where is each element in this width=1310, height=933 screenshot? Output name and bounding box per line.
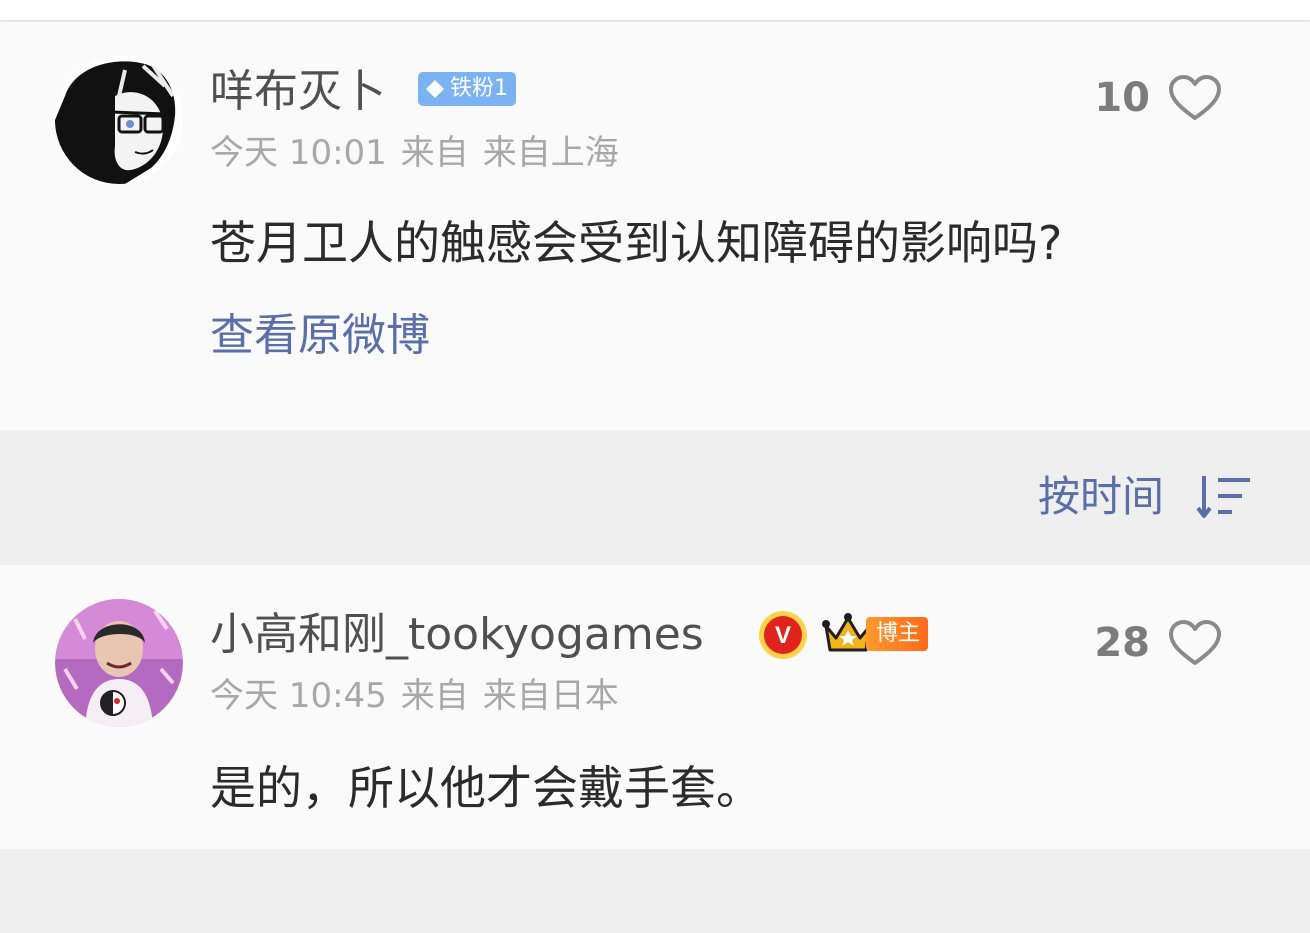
meta-reply: 今天 10:45 来自 来自日本 bbox=[210, 679, 619, 713]
username-op[interactable]: 咩布灭卜 bbox=[210, 70, 386, 114]
fan-badge[interactable]: 铁粉1 bbox=[418, 72, 516, 106]
top-divider bbox=[0, 0, 1310, 20]
sort-descending-icon bbox=[1196, 476, 1250, 518]
like-button-op[interactable]: 10 bbox=[1094, 74, 1222, 122]
sort-toggle[interactable]: 按时间 bbox=[1038, 474, 1252, 520]
diamond-icon bbox=[426, 80, 444, 98]
view-original-link[interactable]: 查看原微博 bbox=[210, 314, 430, 358]
heart-outline-icon bbox=[1169, 620, 1221, 665]
like-count: 10 bbox=[1094, 75, 1150, 121]
from-label: 来自 bbox=[400, 676, 469, 716]
timestamp: 今天 10:45 bbox=[210, 676, 387, 716]
avatar-reply[interactable] bbox=[55, 599, 183, 727]
blogger-badge-label: 博主 bbox=[866, 617, 929, 651]
avatar-op[interactable] bbox=[55, 56, 183, 184]
location: 来自上海 bbox=[482, 133, 619, 173]
comment-text-op: 苍月卫人的触感会受到认知障碍的影响吗? bbox=[210, 216, 1063, 270]
like-button-reply[interactable]: 28 bbox=[1094, 619, 1222, 667]
comment-card-reply: 小高和刚_tookyogames V 博主 今天 10:45 来自 来自日本 28 … bbox=[0, 565, 1310, 849]
fan-badge-label: 铁粉1 bbox=[450, 76, 508, 101]
timestamp: 今天 10:01 bbox=[210, 133, 387, 173]
sort-label: 按时间 bbox=[1037, 472, 1164, 521]
meta-op: 今天 10:01 来自 来自上海 bbox=[210, 136, 619, 170]
comment-card-op: 咩布灭卜 铁粉1 今天 10:01 来自 来自上海 10 苍月卫人的触感会受到认知障… bbox=[0, 22, 1310, 430]
verified-v-icon: V bbox=[759, 611, 807, 659]
username-reply[interactable]: 小高和刚_tookyogames bbox=[210, 613, 704, 657]
comment-text-reply: 是的，所以他才会戴手套。 bbox=[210, 761, 762, 815]
blogger-badge[interactable]: 博主 bbox=[822, 612, 929, 656]
heart-outline-icon bbox=[1169, 75, 1221, 120]
location: 来自日本 bbox=[482, 676, 619, 716]
like-count: 28 bbox=[1094, 620, 1150, 666]
verified-letter: V bbox=[775, 622, 791, 649]
from-label: 来自 bbox=[400, 133, 469, 173]
